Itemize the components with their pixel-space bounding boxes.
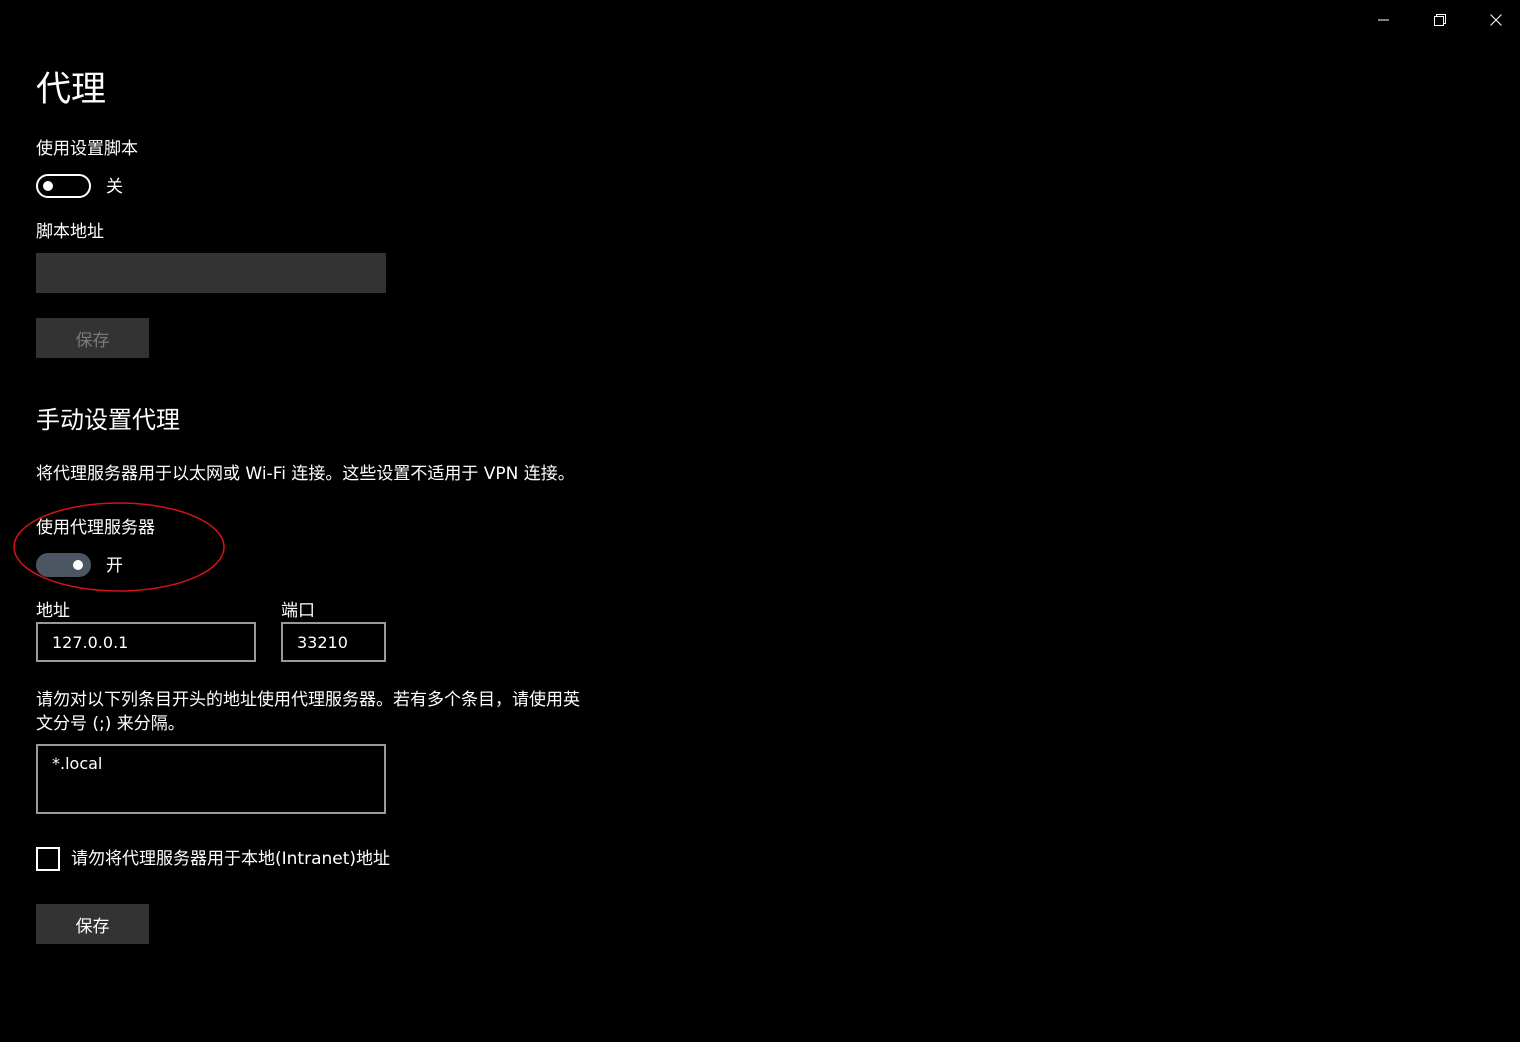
script-toggle-state: 关 <box>106 177 123 197</box>
bypass-local-checkbox[interactable] <box>36 847 60 871</box>
restore-button[interactable] <box>1412 0 1468 40</box>
restore-icon <box>1434 14 1446 26</box>
bypass-local-label[interactable]: 请勿将代理服务器用于本地(Intranet)地址 <box>71 848 390 870</box>
manual-section-title: 手动设置代理 <box>36 406 180 434</box>
exceptions-description-line1: 请勿对以下列条目开头的地址使用代理服务器。若有多个条目，请使用英 <box>36 690 580 710</box>
exceptions-textarea[interactable]: *.local <box>36 744 386 814</box>
manual-save-button[interactable]: 保存 <box>36 904 149 944</box>
address-input[interactable]: 127.0.0.1 <box>36 622 256 662</box>
script-toggle[interactable] <box>36 174 91 198</box>
page-title: 代理 <box>36 70 107 110</box>
script-address-input[interactable] <box>36 253 386 293</box>
exceptions-description-line2: 文分号 (;) 来分隔。 <box>36 714 185 734</box>
toggle-knob <box>73 560 83 570</box>
script-save-button[interactable]: 保存 <box>36 318 149 358</box>
settings-window: 代理 使用设置脚本 关 脚本地址 保存 手动设置代理 将代理服务器用于以太网或 … <box>0 0 1520 1042</box>
port-label: 端口 <box>281 601 315 621</box>
use-proxy-toggle[interactable] <box>36 553 91 577</box>
port-input[interactable]: 33210 <box>281 622 386 662</box>
close-icon <box>1490 14 1502 26</box>
manual-description: 将代理服务器用于以太网或 Wi-Fi 连接。这些设置不适用于 VPN 连接。 <box>36 464 575 484</box>
script-address-label: 脚本地址 <box>36 222 104 242</box>
toggle-knob <box>43 181 53 191</box>
close-button[interactable] <box>1468 0 1520 40</box>
address-label: 地址 <box>36 601 70 621</box>
script-toggle-label: 使用设置脚本 <box>36 139 138 159</box>
minimize-icon <box>1378 19 1389 21</box>
annotation-ellipse <box>13 502 225 592</box>
use-proxy-label: 使用代理服务器 <box>36 518 155 538</box>
use-proxy-state: 开 <box>106 556 123 576</box>
minimize-button[interactable] <box>1356 0 1412 40</box>
